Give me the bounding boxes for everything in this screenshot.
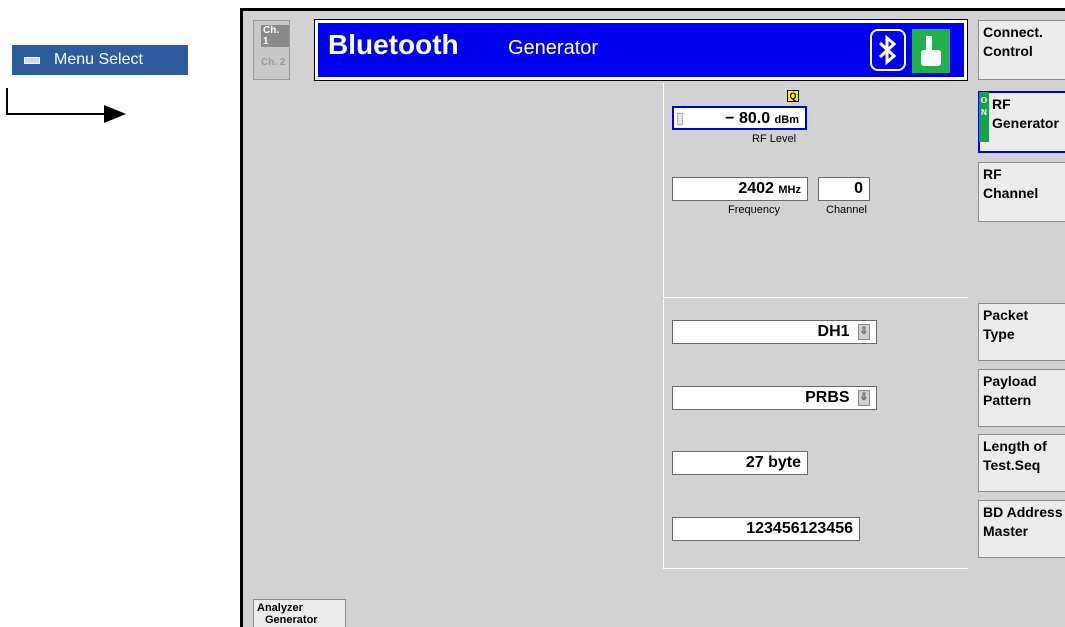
bottom-tab-line1: Analyzer	[257, 602, 303, 614]
frequency-caption: Frequency	[728, 204, 780, 216]
channel-selector[interactable]: Ch. 1 Ch. 2	[253, 20, 290, 80]
quality-badge: Q	[787, 90, 799, 102]
packet-type-select[interactable]: DH1 ⇩	[672, 320, 877, 344]
rf-channel-label-line1: RF	[983, 166, 1002, 182]
channel-1-label[interactable]: Ch. 1	[261, 25, 289, 47]
packet-type-value: DH1	[817, 323, 850, 340]
rf-generator-label-line2: Generator	[992, 115, 1059, 131]
rf-level-field[interactable]: − 80.0 dBm	[672, 106, 807, 130]
length-of-test-seq-label-line2: Test.Seq	[983, 457, 1041, 473]
payload-pattern-select[interactable]: PRBS ⇩	[672, 386, 877, 410]
instrument-screen: Ch. 1 Ch. 2 Bluetooth Generator Connect.…	[240, 8, 1065, 627]
length-of-test-seq-label-line1: Length of	[983, 438, 1047, 454]
payload-pattern-label-line2: Pattern	[983, 392, 1032, 408]
arrow-line	[6, 113, 106, 115]
bd-address-master-label-line1: BD Address	[983, 504, 1063, 520]
length-of-test-seq-field[interactable]: 27 byte	[672, 451, 808, 475]
title-bar: Bluetooth Generator	[314, 19, 968, 81]
rf-channel-label-line2: Channel	[983, 185, 1039, 201]
rf-channel-button[interactable]: RF Channel	[978, 162, 1065, 222]
key-icon	[24, 56, 40, 64]
length-of-test-seq-button[interactable]: Length of Test.Seq	[978, 434, 1065, 492]
analyzer-generator-tab[interactable]: Analyzer Generator	[253, 599, 346, 627]
length-of-test-seq-value: 27 byte	[745, 454, 801, 471]
on-indicator: O N	[979, 92, 989, 142]
connect-control-label-line1: Connect.	[983, 24, 1043, 40]
payload-pattern-value: PRBS	[805, 389, 850, 406]
packet-type-label-line2: Type	[983, 326, 1015, 342]
packet-settings-panel: DH1 ⇩ PRBS ⇩ 27 byte 123456123456	[663, 299, 968, 569]
arrow-line	[6, 88, 8, 115]
menu-select-key[interactable]: Menu Select	[12, 45, 188, 75]
channel-value: 0	[854, 180, 863, 197]
connect-control-label-line2: Control	[983, 43, 1033, 59]
channel-field[interactable]: 0	[818, 177, 870, 201]
payload-pattern-label-line1: Payload	[983, 373, 1037, 389]
bluetooth-icon	[870, 29, 906, 71]
rf-level-unit: dBm	[774, 114, 799, 126]
page-subtitle: Generator	[508, 37, 599, 59]
dropdown-arrow-icon[interactable]: ⇩	[858, 323, 870, 340]
packet-type-label-line1: Packet	[983, 307, 1029, 323]
channel-2-label[interactable]: Ch. 2	[261, 57, 285, 68]
on-indicator-n: N	[981, 108, 987, 117]
hand-pointer-icon	[912, 29, 950, 73]
bd-address-master-label-line2: Master	[983, 523, 1029, 539]
bd-address-master-button[interactable]: BD Address Master	[978, 500, 1065, 558]
dropdown-arrow-icon[interactable]: ⇩	[858, 389, 870, 406]
menu-select-label: Menu Select	[54, 51, 143, 68]
arrow-right-icon	[104, 105, 126, 123]
channel-caption: Channel	[826, 204, 867, 216]
step-arrow-icon	[677, 113, 683, 125]
page-title: Bluetooth	[328, 29, 459, 60]
bd-address-master-value: 123456123456	[746, 520, 853, 537]
rf-level-caption: RF Level	[752, 133, 797, 145]
on-indicator-o: O	[980, 96, 988, 105]
bottom-tab-line2: Generator	[265, 614, 318, 626]
bd-address-master-field[interactable]: 123456123456	[672, 517, 860, 541]
payload-pattern-button[interactable]: Payload Pattern	[978, 369, 1065, 427]
connect-control-button[interactable]: Connect. Control	[978, 20, 1065, 80]
rf-settings-panel: Q − 80.0 dBm RF Level 2402 MHz Frequency…	[663, 83, 968, 298]
frequency-value: 2402	[738, 180, 774, 197]
rf-generator-button[interactable]: O N RF Generator	[978, 91, 1065, 153]
frequency-field[interactable]: 2402 MHz	[672, 177, 808, 201]
packet-type-button[interactable]: Packet Type	[978, 303, 1065, 361]
frequency-unit: MHz	[778, 184, 801, 196]
rf-generator-label-line1: RF	[992, 96, 1011, 112]
rf-level-value: − 80.0	[725, 110, 771, 127]
